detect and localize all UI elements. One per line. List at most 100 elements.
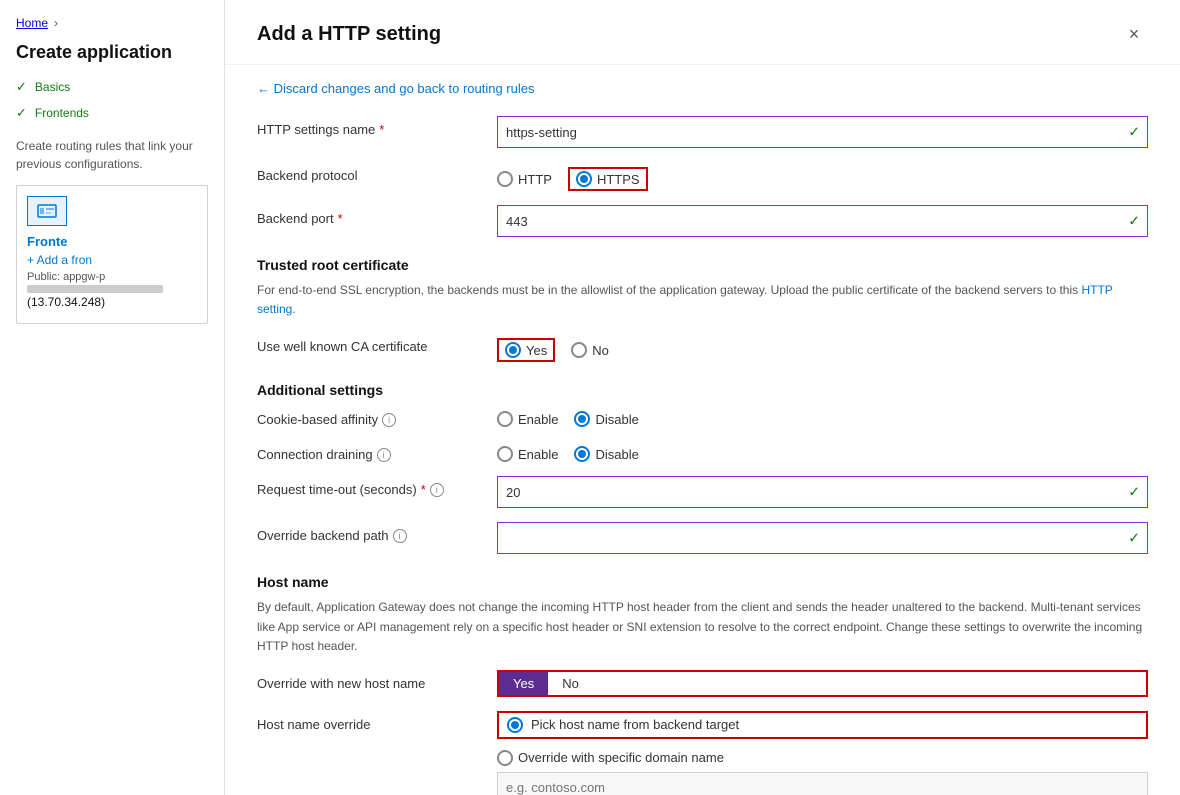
backend-port-input[interactable] xyxy=(497,205,1148,237)
drain-enable-radio[interactable] xyxy=(497,446,513,462)
timeout-info-icon[interactable]: i xyxy=(430,483,444,497)
check-icon: ✓ xyxy=(16,79,27,95)
input-check-icon: ✓ xyxy=(1128,124,1140,141)
backend-port-control: ✓ xyxy=(497,205,1148,237)
request-timeout-label: Request time-out (seconds) * i xyxy=(257,476,497,497)
path-info-icon[interactable]: i xyxy=(393,529,407,543)
trusted-root-cert-header: Trusted root certificate xyxy=(257,257,1148,273)
breadcrumb-home[interactable]: Home xyxy=(16,16,48,30)
sidebar-card: Fronte + Add a fron Public: appgw-p (13.… xyxy=(16,185,208,324)
cookie-affinity-row: Cookie-based affinity i Enable Disable xyxy=(257,406,1148,427)
backend-port-row: Backend port * ✓ xyxy=(257,205,1148,237)
drain-disable-option[interactable]: Disable xyxy=(574,446,638,462)
trusted-root-cert-desc: For end-to-end SSL encryption, the backe… xyxy=(257,281,1148,319)
protocol-http-option[interactable]: HTTP xyxy=(497,171,552,187)
well-known-ca-control: Yes No xyxy=(497,333,1148,362)
drain-disable-label: Disable xyxy=(595,447,638,462)
step-frontends-label: Frontends xyxy=(35,106,89,120)
additional-settings-header: Additional settings xyxy=(257,382,1148,398)
panel-body: ← Discard changes and go back to routing… xyxy=(225,65,1180,795)
port-check-icon: ✓ xyxy=(1128,213,1140,230)
override-backend-path-label: Override backend path i xyxy=(257,522,497,543)
add-frontend-link[interactable]: + Add a fron xyxy=(27,253,197,267)
protocol-https-radio[interactable] xyxy=(576,171,592,187)
http-settings-name-control: ✓ xyxy=(497,116,1148,148)
override-specific-domain-radio[interactable] xyxy=(497,750,513,766)
sidebar-steps: ✓ Basics ✓ Frontends xyxy=(0,79,224,121)
path-check-icon: ✓ xyxy=(1128,530,1140,547)
breadcrumb-separator: › xyxy=(54,16,58,30)
back-link[interactable]: ← Discard changes and go back to routing… xyxy=(257,81,535,96)
host-name-desc: By default, Application Gateway does not… xyxy=(257,598,1148,656)
override-backend-path-control: ✓ xyxy=(497,522,1148,554)
pick-host-name-radio[interactable] xyxy=(507,717,523,733)
cookie-disable-label: Disable xyxy=(595,412,638,427)
page-title: Create application xyxy=(0,42,224,79)
http-setting-link[interactable]: HTTP setting xyxy=(257,283,1113,316)
connection-draining-label: Connection draining i xyxy=(257,441,497,462)
protocol-http-radio[interactable] xyxy=(497,171,513,187)
connection-draining-row: Connection draining i Enable Disable xyxy=(257,441,1148,462)
well-known-yes-radio[interactable] xyxy=(505,342,521,358)
domain-placeholder-input[interactable] xyxy=(497,772,1148,795)
cookie-enable-radio[interactable] xyxy=(497,411,513,427)
protocol-https-label: HTTPS xyxy=(597,172,640,187)
http-settings-name-label: HTTP settings name * xyxy=(257,116,497,137)
well-known-no-label: No xyxy=(592,343,609,358)
check-icon: ✓ xyxy=(16,105,27,121)
protocol-https-box[interactable]: HTTPS xyxy=(568,167,648,191)
cookie-affinity-radio-group: Enable Disable xyxy=(497,406,1148,427)
cookie-disable-radio[interactable] xyxy=(574,411,590,427)
well-known-yes-label: Yes xyxy=(526,343,547,358)
well-known-yes-box[interactable]: Yes xyxy=(497,338,555,362)
toggle-yes-button[interactable]: Yes xyxy=(499,672,548,695)
pick-host-name-row[interactable]: Pick host name from backend target xyxy=(497,711,1148,739)
backend-protocol-row: Backend protocol HTTP HTTPS xyxy=(257,162,1148,191)
step-basics: ✓ Basics xyxy=(16,79,208,95)
card-public-label: Public: appgw-p xyxy=(27,271,197,283)
well-known-no-option[interactable]: No xyxy=(571,342,609,358)
override-host-name-row: Override with new host name Yes No xyxy=(257,670,1148,697)
close-button[interactable]: × xyxy=(1120,20,1148,48)
override-specific-domain-option[interactable]: Override with specific domain name xyxy=(497,750,724,766)
well-known-no-radio[interactable] xyxy=(571,342,587,358)
http-settings-name-input[interactable] xyxy=(497,116,1148,148)
card-title: Fronte xyxy=(27,234,197,249)
protocol-http-label: HTTP xyxy=(518,172,552,187)
step-frontends: ✓ Frontends xyxy=(16,105,208,121)
request-timeout-input[interactable] xyxy=(497,476,1148,508)
well-known-ca-radio-group: Yes No xyxy=(497,333,1148,362)
host-name-override-control: Pick host name from backend target Overr… xyxy=(497,711,1148,795)
cookie-info-icon[interactable]: i xyxy=(382,413,396,427)
cookie-enable-option[interactable]: Enable xyxy=(497,411,558,427)
panel-title: Add a HTTP setting xyxy=(257,23,441,46)
backend-protocol-control: HTTP HTTPS xyxy=(497,162,1148,191)
host-name-override-label: Host name override xyxy=(257,711,497,732)
well-known-ca-row: Use well known CA certificate Yes No xyxy=(257,333,1148,362)
cookie-enable-label: Enable xyxy=(518,412,558,427)
host-name-override-row: Host name override Pick host name from b… xyxy=(257,711,1148,795)
override-backend-path-input[interactable] xyxy=(497,522,1148,554)
request-timeout-control: ✓ xyxy=(497,476,1148,508)
main-panel: Add a HTTP setting × ← Discard changes a… xyxy=(225,0,1180,795)
card-ip-bar xyxy=(27,285,163,293)
connection-draining-control: Enable Disable xyxy=(497,441,1148,462)
backend-protocol-radio-group: HTTP HTTPS xyxy=(497,162,1148,191)
step-basics-label: Basics xyxy=(35,80,70,94)
cookie-disable-option[interactable]: Disable xyxy=(574,411,638,427)
required-marker: * xyxy=(421,482,426,497)
sidebar-desc: Create routing rules that link your prev… xyxy=(0,137,224,173)
frontend-icon xyxy=(27,196,67,226)
draining-info-icon[interactable]: i xyxy=(377,448,391,462)
override-specific-domain-row: Override with specific domain name xyxy=(497,745,1148,766)
drain-enable-option[interactable]: Enable xyxy=(497,446,558,462)
required-marker: * xyxy=(379,122,384,137)
cookie-affinity-label: Cookie-based affinity i xyxy=(257,406,497,427)
cookie-affinity-control: Enable Disable xyxy=(497,406,1148,427)
drain-enable-label: Enable xyxy=(518,447,558,462)
connection-draining-radio-group: Enable Disable xyxy=(497,441,1148,462)
toggle-no-button[interactable]: No xyxy=(548,672,593,695)
drain-disable-radio[interactable] xyxy=(574,446,590,462)
breadcrumb: Home › xyxy=(0,16,224,42)
backend-port-label: Backend port * xyxy=(257,205,497,226)
